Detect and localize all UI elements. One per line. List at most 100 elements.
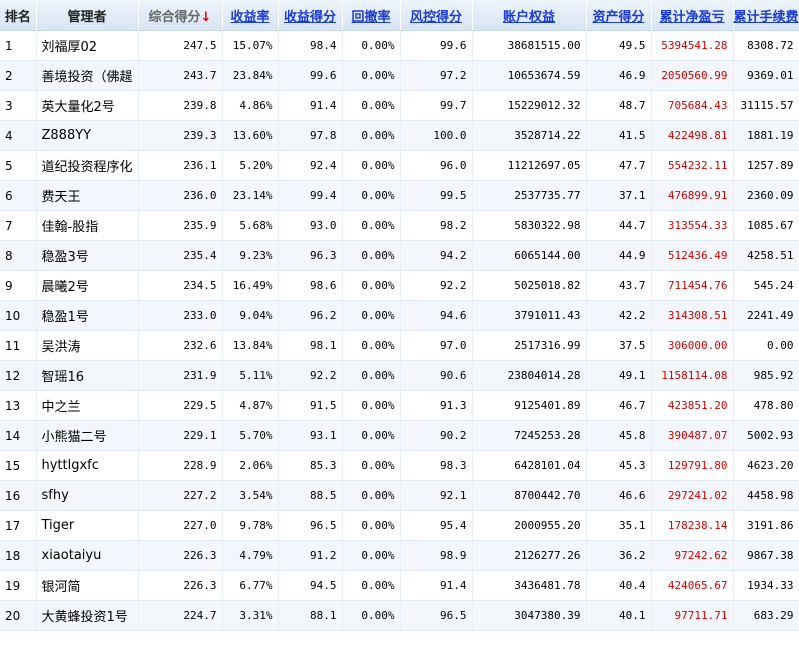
header-label: 综合得分 <box>148 9 201 25</box>
manager-cell: 小熊猫二号 <box>36 420 139 451</box>
return-rate-cell: 3.54% <box>222 480 279 511</box>
risk-score-cell: 90.2 <box>400 420 473 451</box>
return-score-cell: 97.8 <box>278 120 343 151</box>
net-pnl-cell: 424065.67 <box>651 570 734 601</box>
risk-score-cell: 94.2 <box>400 240 473 271</box>
table-row: 8 稳盈3号 235.4 9.23% 96.3 0.00% 94.2 6065144.00 44… <box>0 240 799 271</box>
return-score-cell: 93.0 <box>278 210 343 241</box>
return-rate-cell: 2.06% <box>222 450 279 481</box>
fee-cell: 1934.33 <box>733 570 799 601</box>
fee-cell: 5002.93 <box>733 420 799 451</box>
asset-score-cell: 43.7 <box>586 270 652 301</box>
drawdown-cell: 0.00% <box>342 90 401 121</box>
manager-cell: 道纪投资程序化 <box>36 150 139 181</box>
equity-cell: 3791011.43 <box>472 300 587 331</box>
sort-desc-arrow-icon: ↓ <box>200 9 212 25</box>
header-drawdown[interactable]: 回撤率 <box>342 0 401 31</box>
return-rate-cell: 9.04% <box>222 300 279 331</box>
manager-cell: 晨曦2号 <box>36 270 139 301</box>
table-row: 12 智瑶16 231.9 5.11% 92.2 0.00% 90.6 23804014.28… <box>0 360 799 391</box>
header-equity[interactable]: 账户权益 <box>472 0 587 31</box>
net-pnl-cell: 306000.00 <box>651 330 734 361</box>
total-score-cell: 243.7 <box>138 60 223 91</box>
rank-cell: 12 <box>0 360 37 391</box>
header-total-score[interactable]: 综合得分↓ <box>138 0 223 31</box>
header-label: 累计手续费 <box>733 9 799 25</box>
risk-score-cell: 96.5 <box>400 600 473 631</box>
rank-cell: 3 <box>0 90 37 121</box>
rank-cell: 14 <box>0 420 37 451</box>
net-pnl-cell: 476899.91 <box>651 180 734 211</box>
net-pnl-cell: 512436.49 <box>651 240 734 271</box>
risk-score-cell: 98.3 <box>400 450 473 481</box>
asset-score-cell: 36.2 <box>586 540 652 571</box>
return-rate-cell: 13.60% <box>222 120 279 151</box>
net-pnl-cell: 2050560.99 <box>651 60 734 91</box>
rank-cell: 17 <box>0 510 37 541</box>
risk-score-cell: 97.0 <box>400 330 473 361</box>
asset-score-cell: 49.5 <box>586 30 652 61</box>
asset-score-cell: 41.5 <box>586 120 652 151</box>
table-row: 5 道纪投资程序化 236.1 5.20% 92.4 0.00% 96.0 11212697.… <box>0 150 799 181</box>
drawdown-cell: 0.00% <box>342 120 401 151</box>
header-net-pnl[interactable]: 累计净盈亏 <box>651 0 734 31</box>
drawdown-cell: 0.00% <box>342 390 401 421</box>
return-rate-cell: 13.84% <box>222 330 279 361</box>
table-row: 17 Tiger 227.0 9.78% 96.5 0.00% 95.4 2000955.20… <box>0 510 799 541</box>
drawdown-cell: 0.00% <box>342 270 401 301</box>
total-score-cell: 227.2 <box>138 480 223 511</box>
table-row: 13 中之兰 229.5 4.87% 91.5 0.00% 91.3 9125401.89 46… <box>0 390 799 421</box>
risk-score-cell: 98.9 <box>400 540 473 571</box>
equity-cell: 2517316.99 <box>472 330 587 361</box>
return-rate-cell: 23.84% <box>222 60 279 91</box>
rank-cell: 13 <box>0 390 37 421</box>
total-score-cell: 229.5 <box>138 390 223 421</box>
equity-cell: 6428101.04 <box>472 450 587 481</box>
equity-cell: 8700442.70 <box>472 480 587 511</box>
return-score-cell: 98.4 <box>278 30 343 61</box>
return-score-cell: 91.4 <box>278 90 343 121</box>
header-asset-score[interactable]: 资产得分 <box>586 0 652 31</box>
drawdown-cell: 0.00% <box>342 150 401 181</box>
fee-cell: 3191.86 <box>733 510 799 541</box>
net-pnl-cell: 97711.71 <box>651 600 734 631</box>
return-score-cell: 99.4 <box>278 180 343 211</box>
manager-cell: xiaotaiyu <box>36 540 139 571</box>
rank-cell: 16 <box>0 480 37 511</box>
return-rate-cell: 4.79% <box>222 540 279 571</box>
manager-cell: Z888YY <box>36 120 139 151</box>
drawdown-cell: 0.00% <box>342 210 401 241</box>
equity-cell: 23804014.28 <box>472 360 587 391</box>
return-rate-cell: 6.77% <box>222 570 279 601</box>
rank-cell: 10 <box>0 300 37 331</box>
asset-score-cell: 42.2 <box>586 300 652 331</box>
ranking-table: 排名 管理者 综合得分↓ 收益率 收益得分 回撤率 风控得分 账户权益 资产得分 累计净盈亏 累计手… <box>0 0 799 631</box>
fee-cell: 478.80 <box>733 390 799 421</box>
header-risk-score[interactable]: 风控得分 <box>400 0 473 31</box>
table-row: 6 费天王 236.0 23.14% 99.4 0.00% 99.5 2537735.77 37… <box>0 180 799 211</box>
drawdown-cell: 0.00% <box>342 450 401 481</box>
total-score-cell: 228.9 <box>138 450 223 481</box>
total-score-cell: 239.3 <box>138 120 223 151</box>
table-row: 18 xiaotaiyu 226.3 4.79% 91.2 0.00% 98.9 212627… <box>0 540 799 571</box>
total-score-cell: 247.5 <box>138 30 223 61</box>
header-return-rate[interactable]: 收益率 <box>222 0 279 31</box>
net-pnl-cell: 711454.76 <box>651 270 734 301</box>
return-score-cell: 91.2 <box>278 540 343 571</box>
asset-score-cell: 37.1 <box>586 180 652 211</box>
equity-cell: 10653674.59 <box>472 60 587 91</box>
total-score-cell: 235.4 <box>138 240 223 271</box>
drawdown-cell: 0.00% <box>342 510 401 541</box>
return-rate-cell: 9.78% <box>222 510 279 541</box>
header-fee[interactable]: 累计手续费 <box>733 0 799 31</box>
return-score-cell: 88.5 <box>278 480 343 511</box>
header-return-score[interactable]: 收益得分 <box>278 0 343 31</box>
table-row: 10 稳盈1号 233.0 9.04% 96.2 0.00% 94.6 3791011.43 4… <box>0 300 799 331</box>
net-pnl-cell: 554232.11 <box>651 150 734 181</box>
return-rate-cell: 5.70% <box>222 420 279 451</box>
return-score-cell: 98.1 <box>278 330 343 361</box>
risk-score-cell: 98.2 <box>400 210 473 241</box>
manager-cell: 银河简 <box>36 570 139 601</box>
equity-cell: 6065144.00 <box>472 240 587 271</box>
header-label: 排名 <box>4 9 31 25</box>
